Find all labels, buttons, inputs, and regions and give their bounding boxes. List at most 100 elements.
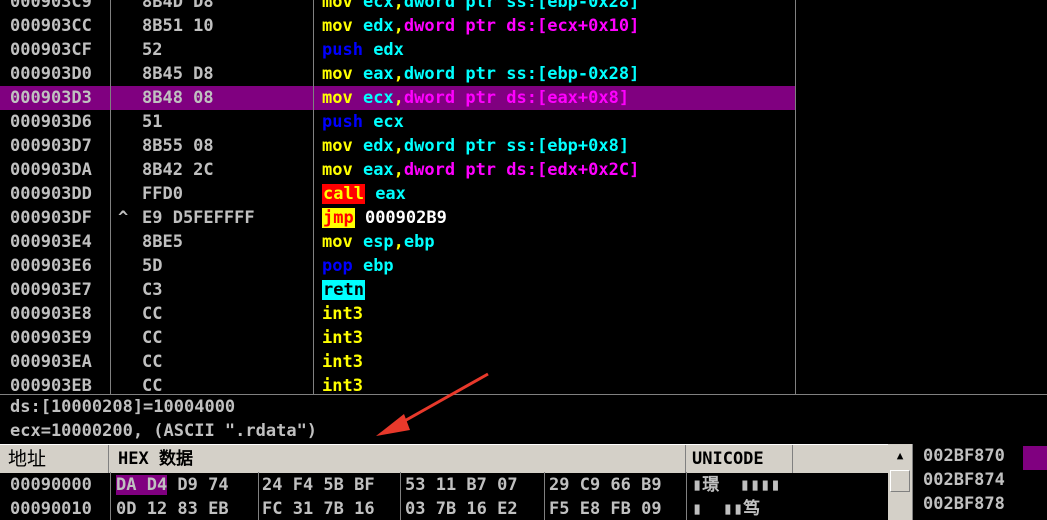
header-address[interactable]: 地址 xyxy=(0,445,109,473)
debugger-window: 000903C9 8B4D D8 mov ecx,dword ptr ss:[ebp… xyxy=(0,0,1047,520)
scroll-up-arrow-icon[interactable]: ▲ xyxy=(890,446,910,466)
asm-token: mov xyxy=(322,64,363,84)
disasm-hex: 8B42 2C xyxy=(142,160,214,180)
disasm-address: 000903CC xyxy=(10,16,92,36)
asm-token: mov xyxy=(322,232,363,252)
column-divider-comment xyxy=(795,0,796,394)
column-divider-hex xyxy=(313,0,314,394)
asm-token: , xyxy=(393,0,404,12)
disasm-row[interactable]: 000903E9 CC int3 xyxy=(0,326,795,350)
disasm-row[interactable]: 000903DD FFD0 call eax xyxy=(0,182,795,206)
disasm-row[interactable]: 000903E8 CC int3 xyxy=(0,302,795,326)
stack-selection xyxy=(1023,446,1047,470)
disasm-row[interactable]: 000903E7 C3 retn xyxy=(0,278,795,302)
disasm-address: 000903E7 xyxy=(10,280,92,300)
stack-address[interactable]: 002BF870 xyxy=(923,446,1005,466)
stack-address[interactable]: 002BF874 xyxy=(923,470,1005,490)
info-line-memory: ds:[10000208]=10004000 xyxy=(10,397,236,417)
disasm-instruction: retn xyxy=(322,278,365,302)
disasm-hex: CC xyxy=(142,376,163,394)
disasm-row[interactable]: 000903CC 8B51 10 mov edx,dword ptr ds:[ecx… xyxy=(0,14,795,38)
disasm-hex: CC xyxy=(142,352,163,372)
disasm-hex: CC xyxy=(142,304,163,324)
disasm-hex: C3 xyxy=(142,280,163,300)
dump-address: 00090000 xyxy=(10,475,92,495)
disasm-hex: 8B4D D8 xyxy=(142,0,214,12)
disasm-instruction: pop ebp xyxy=(322,254,394,278)
disasm-address: 000903DF xyxy=(10,208,92,228)
disasm-instruction: mov ecx,dword ptr ss:[ebp-0x28] xyxy=(322,0,639,14)
asm-token: mov xyxy=(322,136,363,156)
asm-token: dword ptr ss:[ebp-0x28] xyxy=(403,0,640,12)
disasm-hex: E9 D5FEFFFF xyxy=(142,208,255,228)
stack-pane[interactable]: 002BF870 002BF874 002BF878 xyxy=(912,444,1047,520)
dump-byte-group: DA D4 D9 74 xyxy=(116,475,229,495)
asm-token: mov xyxy=(322,0,363,12)
dump-divider-address xyxy=(110,472,111,520)
header-unicode[interactable]: UNICODE xyxy=(686,445,793,473)
disasm-address: 000903C9 xyxy=(10,0,92,12)
disasm-row[interactable]: 000903D3 8B48 08 mov ecx,dword ptr ds:[eax… xyxy=(0,86,795,110)
dump-address: 00090010 xyxy=(10,499,92,519)
dump-divider-g2 xyxy=(400,472,401,520)
disasm-row[interactable]: 000903D7 8B55 08 mov edx,dword ptr ss:[ebp… xyxy=(0,134,795,158)
disasm-hex: FFD0 xyxy=(142,184,183,204)
asm-token: ecx xyxy=(362,0,394,12)
disasm-instruction: int3 xyxy=(322,374,363,394)
dump-row[interactable]: 00090010 0D 12 83 EB FC 31 7B 16 03 7B 16 E… xyxy=(0,497,888,520)
disassembly-pane[interactable]: 000903C9 8B4D D8 mov ecx,dword ptr ss:[ebp… xyxy=(0,0,1047,394)
asm-token: int3 xyxy=(322,304,363,324)
dump-divider-g1 xyxy=(258,472,259,520)
disasm-row[interactable]: 000903EB CC int3 xyxy=(0,374,795,394)
disasm-hex: 8B51 10 xyxy=(142,16,214,36)
dump-unicode: ▮璟 ▮▮▮▮ xyxy=(692,475,781,495)
disasm-row[interactable]: 000903D0 8B45 D8 mov eax,dword ptr ss:[ebp… xyxy=(0,62,795,86)
disasm-row[interactable]: 000903DF ^ E9 D5FEFFFF jmp 000902B9 xyxy=(0,206,795,230)
disasm-row[interactable]: 000903DA 8B42 2C mov eax,dword ptr ds:[edx… xyxy=(0,158,795,182)
disasm-instruction: int3 xyxy=(322,326,363,350)
disasm-instruction: jmp 000902B9 xyxy=(322,206,447,230)
asm-token: , xyxy=(393,232,404,252)
dump-scrollbar[interactable]: ▲ xyxy=(888,444,912,520)
disasm-address: 000903CF xyxy=(10,40,92,60)
disasm-address: 000903D6 xyxy=(10,112,92,132)
asm-token: ebp xyxy=(403,232,435,252)
asm-token: eax xyxy=(362,64,394,84)
asm-token: int3 xyxy=(322,328,363,348)
disasm-address: 000903D7 xyxy=(10,136,92,156)
dump-header: 地址 HEX 数据 UNICODE xyxy=(0,444,888,473)
asm-token: edx xyxy=(362,136,394,156)
disasm-address: 000903EA xyxy=(10,352,92,372)
asm-token: push xyxy=(322,112,374,132)
asm-token: pop xyxy=(322,256,363,276)
disasm-instruction: call eax xyxy=(322,182,406,206)
disasm-row[interactable]: 000903EA CC int3 xyxy=(0,350,795,374)
asm-token: dword ptr ds:[eax+0x8] xyxy=(403,88,630,108)
scroll-thumb[interactable] xyxy=(890,470,910,492)
disasm-row[interactable]: 000903E4 8BE5 mov esp,ebp xyxy=(0,230,795,254)
disasm-row[interactable]: 000903C9 8B4D D8 mov ecx,dword ptr ss:[ebp… xyxy=(0,0,795,14)
disasm-address: 000903E8 xyxy=(10,304,92,324)
asm-token: edx xyxy=(373,40,404,60)
asm-token: ebp xyxy=(362,256,394,276)
disasm-row[interactable]: 000903CF 52 push edx xyxy=(0,38,795,62)
disasm-instruction: push edx xyxy=(322,38,404,62)
disasm-instruction: mov esp,ebp xyxy=(322,230,435,254)
disasm-hex: CC xyxy=(142,328,163,348)
asm-token: push xyxy=(322,40,374,60)
disasm-hex: 5D xyxy=(142,256,163,276)
disasm-address: 000903E9 xyxy=(10,328,92,348)
dump-byte-group: 24 F4 5B BF xyxy=(262,475,375,495)
header-hex-data[interactable]: HEX 数据 xyxy=(110,445,686,473)
asm-token: esp xyxy=(362,232,394,252)
dump-row[interactable]: 00090000 DA D4 D9 74 24 F4 5B BF 53 11 B7 0… xyxy=(0,473,888,497)
stack-address[interactable]: 002BF878 xyxy=(923,494,1005,514)
disasm-instruction: push ecx xyxy=(322,110,404,134)
disasm-row[interactable]: 000903E6 5D pop ebp xyxy=(0,254,795,278)
asm-token: edx xyxy=(362,16,394,36)
column-divider-address xyxy=(110,0,111,394)
dump-byte-group: F5 E8 FB 09 xyxy=(549,499,662,519)
disasm-instruction: mov ecx,dword ptr ds:[eax+0x8] xyxy=(322,86,629,110)
asm-token: ecx xyxy=(373,112,404,132)
disasm-row[interactable]: 000903D6 51 push ecx xyxy=(0,110,795,134)
